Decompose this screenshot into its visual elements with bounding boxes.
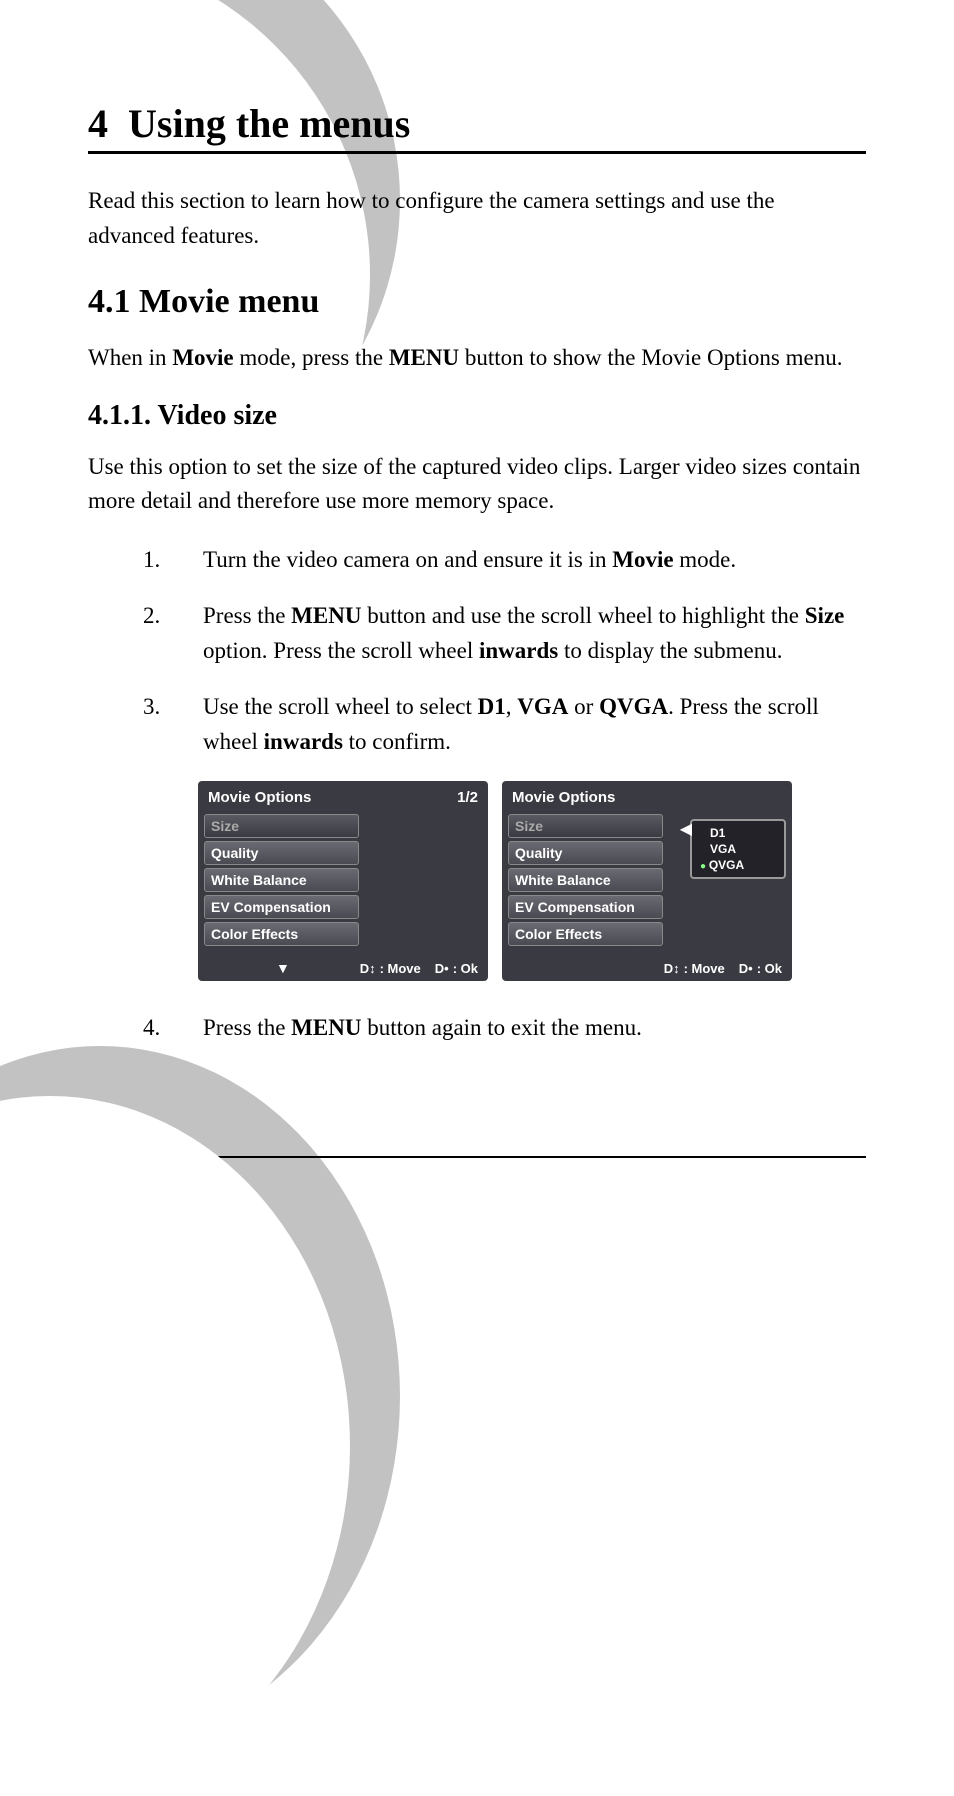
step-3: 3. Use the scroll wheel to select D1, VG… bbox=[143, 690, 866, 759]
move-hint: D↕: Move bbox=[664, 961, 725, 976]
popup-option-vga[interactable]: VGA bbox=[700, 841, 776, 857]
page-content: 4 Using the menus Read this section to le… bbox=[0, 0, 954, 1128]
screen-title: Movie Options bbox=[512, 789, 615, 806]
menu-item-ev-compensation[interactable]: EV Compensation bbox=[204, 895, 359, 919]
menu-item-color-effects[interactable]: Color Effects bbox=[204, 922, 359, 946]
chapter-number: 4 bbox=[88, 101, 108, 146]
menu-item-quality[interactable]: Quality bbox=[508, 841, 663, 865]
screen-page: 1/2 bbox=[457, 789, 478, 806]
screen-title: Movie Options bbox=[208, 789, 311, 806]
chapter-heading: 4 Using the menus bbox=[88, 100, 866, 154]
popup-option-qvga[interactable]: QVGA bbox=[700, 857, 776, 873]
camera-screen-left: Movie Options 1/2 Size Quality White Bal… bbox=[198, 781, 488, 981]
menu-item-white-balance[interactable]: White Balance bbox=[204, 868, 359, 892]
move-hint: D↕: Move bbox=[360, 961, 421, 976]
camera-screen-right: Movie Options Size Quality White Balance… bbox=[502, 781, 792, 981]
menu-item-size[interactable]: Size bbox=[204, 814, 359, 838]
menu-item-quality[interactable]: Quality bbox=[204, 841, 359, 865]
step-1: 1. Turn the video camera on and ensure i… bbox=[143, 543, 866, 578]
menu-item-color-effects[interactable]: Color Effects bbox=[508, 922, 663, 946]
step-4: 4. Press the MENU button again to exit t… bbox=[143, 1011, 866, 1046]
popup-pointer-icon: ◀ bbox=[680, 819, 692, 839]
ok-hint: D•: Ok bbox=[739, 961, 782, 976]
steps-list: 1. Turn the video camera on and ensure i… bbox=[88, 543, 866, 760]
camera-screenshots: Movie Options 1/2 Size Quality White Bal… bbox=[198, 781, 866, 981]
menu-item-white-balance[interactable]: White Balance bbox=[508, 868, 663, 892]
chapter-title: Using the menus bbox=[128, 101, 410, 146]
chapter-intro: Read this section to learn how to config… bbox=[88, 184, 866, 253]
steps-list-cont: 4. Press the MENU button again to exit t… bbox=[88, 1011, 866, 1046]
subsection-body: Use this option to set the size of the c… bbox=[88, 450, 866, 519]
menu-item-size[interactable]: Size bbox=[508, 814, 663, 838]
menu-item-ev-compensation[interactable]: EV Compensation bbox=[508, 895, 663, 919]
size-popup: D1 VGA QVGA bbox=[690, 819, 786, 879]
section-heading: 4.1 Movie menu bbox=[88, 283, 866, 321]
step-2: 2. Press the MENU button and use the scr… bbox=[143, 599, 866, 668]
ok-hint: D•: Ok bbox=[435, 961, 478, 976]
subsection-heading: 4.1.1. Video size bbox=[88, 400, 866, 432]
down-arrow-icon: ▼ bbox=[276, 960, 290, 976]
popup-option-d1[interactable]: D1 bbox=[700, 825, 776, 841]
section-text: When in Movie mode, press the MENU butto… bbox=[88, 341, 866, 376]
